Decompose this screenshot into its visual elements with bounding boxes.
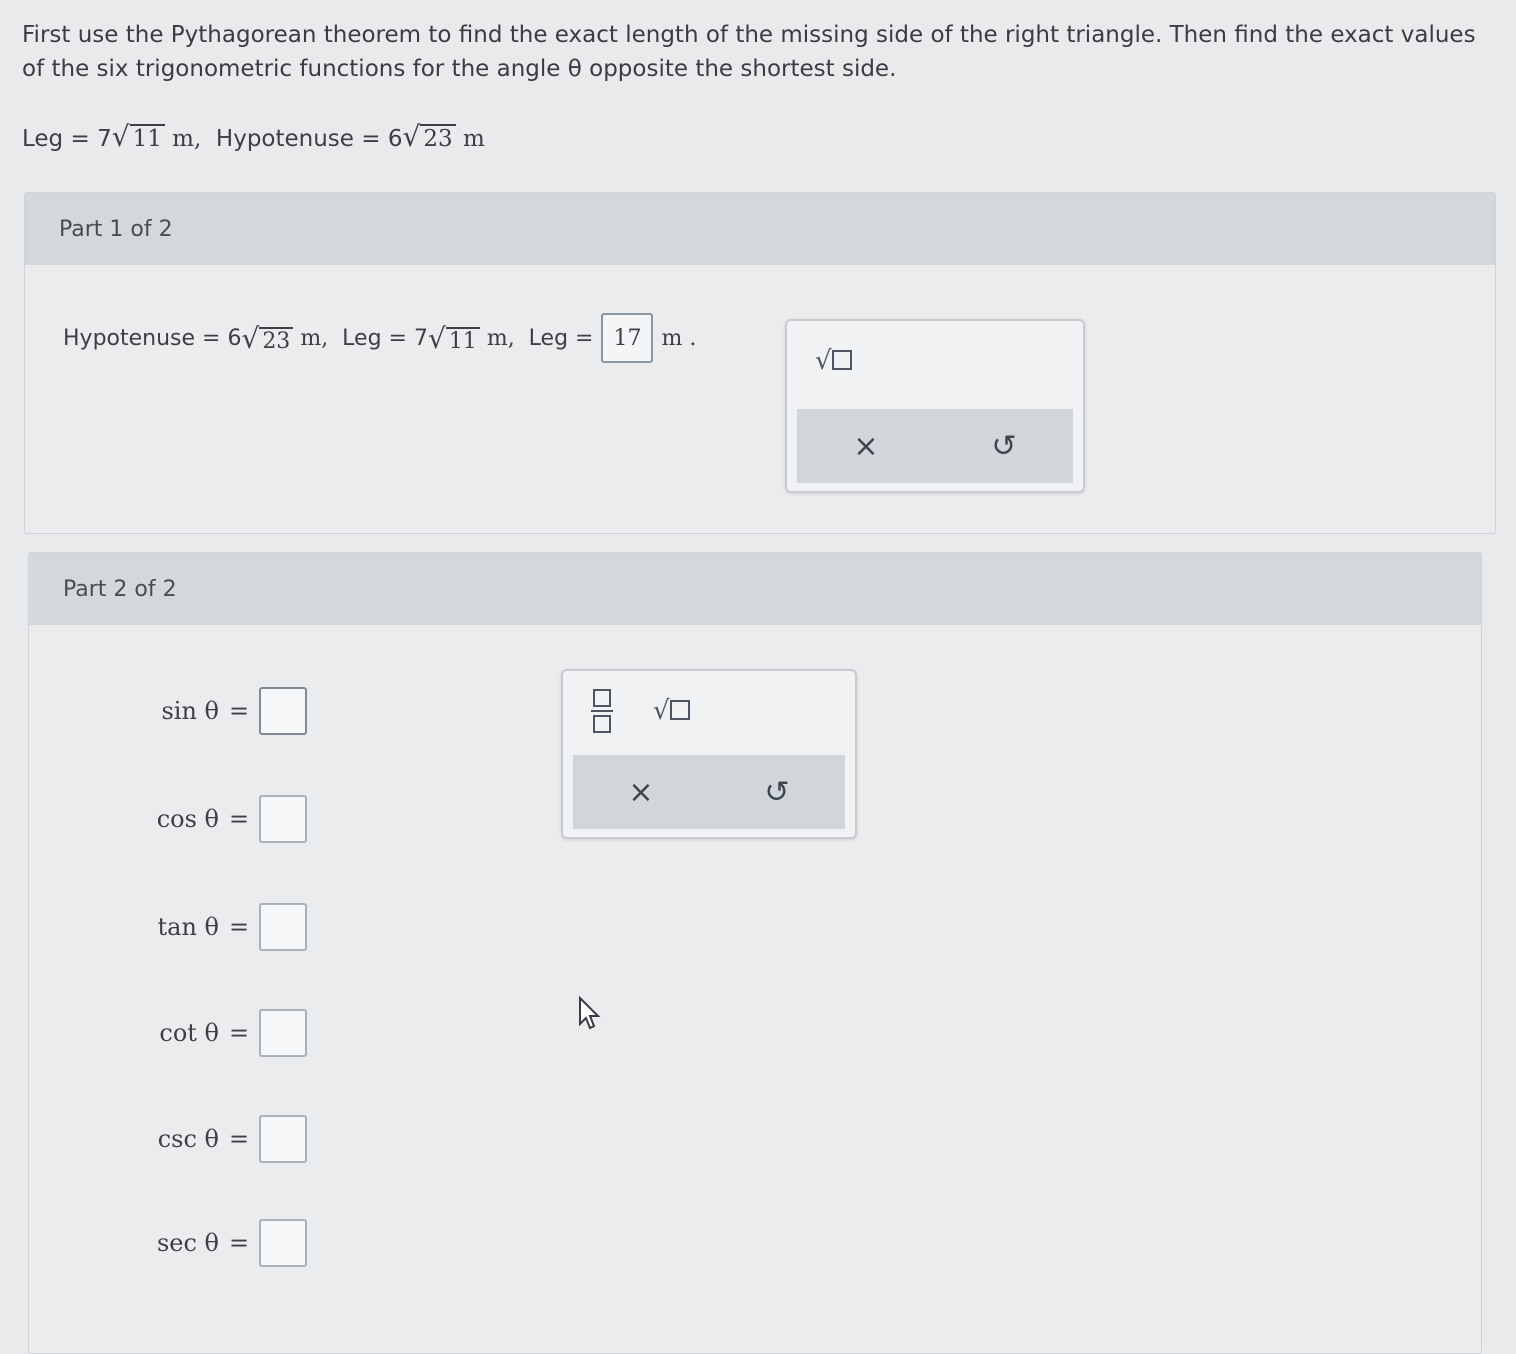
fraction-button[interactable] (591, 689, 613, 733)
sin-label: sin θ (161, 697, 219, 725)
part1-leg1-coef: 7 (413, 325, 428, 351)
part2-panel: Part 2 of 2 sin θ = cos θ = tan θ = cot θ = … (28, 552, 1482, 1354)
cos-input[interactable] (259, 795, 308, 843)
given-values: Leg = 7 √ 11 m, Hypotenuse = 6 √ 23 m (22, 120, 485, 153)
part1-hyp-label: Hypotenuse (63, 325, 196, 351)
part1-unit-1: m (300, 325, 322, 351)
sqrt-button[interactable]: √ (815, 346, 852, 376)
part2-toolbox-actions: × ↺ (573, 755, 845, 829)
clear-button[interactable]: × (853, 429, 878, 464)
part1-hyp-coef: 6 (227, 325, 242, 351)
part1-leg1-radical: √ 11 (428, 322, 480, 355)
sqrt-button[interactable]: √ (653, 696, 690, 726)
part1-unit-2: m (486, 325, 508, 351)
part1-hyp-radical: √ 23 (241, 322, 294, 355)
cot-label: cot θ (159, 1019, 219, 1047)
part1-leg2-label: Leg (528, 325, 569, 351)
cos-label: cos θ (156, 805, 219, 833)
csc-label: csc θ (157, 1125, 219, 1153)
sec-row: sec θ = (139, 1219, 308, 1267)
part1-unit-3: m (661, 325, 683, 351)
given-leg-radical: √ 11 (112, 120, 165, 153)
given-hyp-label: Hypotenuse (215, 126, 354, 152)
sec-label: sec θ (156, 1229, 219, 1257)
sin-input[interactable] (259, 687, 308, 735)
csc-input[interactable] (259, 1115, 308, 1163)
undo-button[interactable]: ↺ (991, 429, 1016, 464)
problem-prompt: First use the Pythagorean theorem to fin… (22, 22, 1476, 82)
given-hyp-radical: √ 23 (403, 120, 456, 153)
sec-input[interactable] (259, 1219, 308, 1267)
given-leg-coef: 7 (97, 126, 112, 152)
part1-math-toolbox: √ × ↺ (785, 319, 1085, 493)
part1-leg1-label: Leg (342, 325, 382, 351)
part1-equation: Hypotenuse = 6 √ 23 m, Leg = 7 √ 11 m, Leg… (63, 313, 696, 363)
clear-button[interactable]: × (628, 775, 653, 810)
tan-input[interactable] (259, 903, 308, 951)
cot-input[interactable] (259, 1009, 308, 1057)
cot-row: cot θ = (139, 1009, 308, 1057)
tan-label: tan θ (157, 913, 220, 941)
part1-answer-input[interactable]: 17 (601, 313, 654, 363)
sin-row: sin θ = (139, 687, 308, 735)
given-leg-unit: m (172, 126, 194, 152)
part1-header: Part 1 of 2 (25, 193, 1495, 265)
tan-row: tan θ = (139, 903, 308, 951)
given-hyp-coef: 6 (387, 126, 403, 152)
mouse-pointer-icon (579, 996, 601, 1030)
cos-row: cos θ = (139, 795, 308, 843)
part1-toolbox-actions: × ↺ (797, 409, 1073, 483)
part1-panel: Part 1 of 2 Hypotenuse = 6 √ 23 m, Leg = … (24, 192, 1496, 534)
given-hyp-unit: m (462, 126, 485, 152)
csc-row: csc θ = (139, 1115, 308, 1163)
part2-math-toolbox: √ × ↺ (561, 669, 857, 839)
part2-header: Part 2 of 2 (29, 553, 1481, 625)
given-leg-label: Leg (22, 126, 64, 152)
undo-button[interactable]: ↺ (764, 775, 789, 810)
